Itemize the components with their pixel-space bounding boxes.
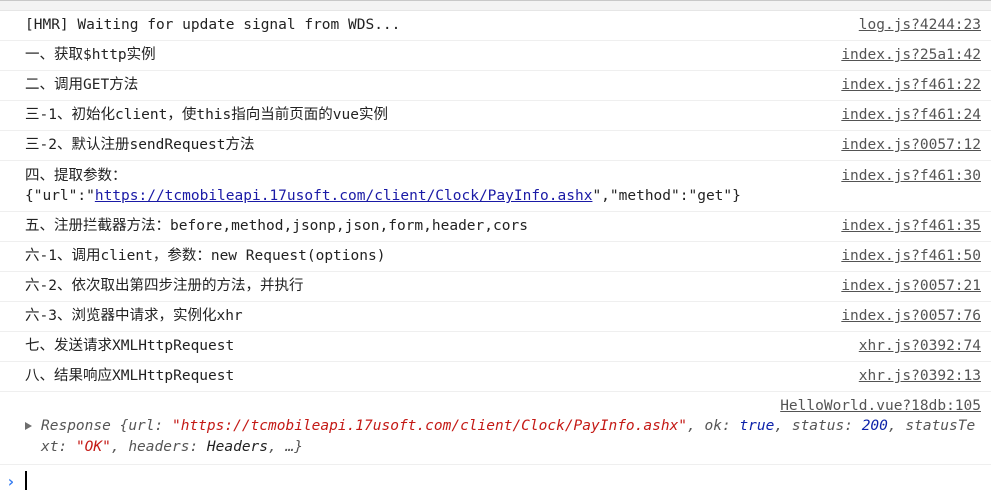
log-row-8: 六-2、依次取出第四步注册的方法，并执行 index.js?0057:21	[0, 272, 991, 302]
ok-value: true	[739, 418, 775, 434]
response-type-name: Response	[41, 418, 111, 434]
console-prompt[interactable]: ›	[0, 465, 991, 493]
console-top-strip	[0, 1, 991, 11]
log-message: 七、发送请求XMLHttpRequest	[25, 338, 235, 354]
log-row-3: 三-1、初始化client，使this指向当前页面的vue实例 index.js…	[0, 101, 991, 131]
log-source-link[interactable]: index.js?f461:24	[841, 106, 981, 125]
log-row-response: HelloWorld.vue?18db:105 Response {url: "…	[0, 392, 991, 465]
log-row-10: 七、发送请求XMLHttpRequest xhr.js?0392:74	[0, 332, 991, 362]
colon: :	[154, 418, 172, 434]
colon: :	[721, 418, 740, 434]
log-source-link[interactable]: index.js?25a1:42	[841, 46, 981, 65]
log-message: 六-3、浏览器中请求，实例化xhr	[25, 308, 243, 324]
log-message: 五、注册拦截器方法：before,method,jsonp,json,form,…	[25, 218, 528, 234]
url-value: "https://tcmobileapi.17usoft.com/client/…	[171, 418, 688, 434]
text-caret	[25, 471, 27, 490]
json-prefix: {"url":"	[25, 188, 95, 204]
log-row-5: 四、提取参数： index.js?f461:30 {"url":"https:/…	[0, 161, 991, 212]
log-message: 二、调用GET方法	[25, 77, 139, 93]
url-key: url	[128, 418, 155, 434]
colon: :	[58, 439, 76, 455]
log-row-1: 一、获取$http实例 index.js?25a1:42	[0, 41, 991, 71]
status-value: 200	[861, 418, 888, 434]
log-message: 八、结果响应XMLHttpRequest	[25, 368, 235, 384]
log-source-link[interactable]: index.js?f461:35	[841, 217, 981, 236]
open-brace: {	[110, 418, 129, 434]
json-suffix: ","method":"get"}	[592, 188, 741, 204]
log-message: 六-1、调用client，参数：new Request(options)	[25, 248, 386, 264]
log-message: 三-2、默认注册sendRequest方法	[25, 137, 255, 153]
headers-value: Headers	[206, 439, 269, 455]
log-source-link[interactable]: index.js?0057:12	[841, 136, 981, 155]
log-row-0: [HMR] Waiting for update signal from WDS…	[0, 11, 991, 41]
colon: :	[844, 418, 862, 434]
log-source-link[interactable]: index.js?f461:30	[841, 166, 981, 186]
log-row-11: 八、结果响应XMLHttpRequest xhr.js?0392:13	[0, 362, 991, 392]
colon: :	[189, 439, 207, 455]
ok-key: ok	[704, 418, 722, 434]
log-source-link[interactable]: log.js?4244:23	[859, 16, 981, 35]
log-message: 一、获取$http实例	[25, 47, 156, 63]
log-row-2: 二、调用GET方法 index.js?f461:22	[0, 71, 991, 101]
comma: ,	[774, 418, 792, 434]
comma: ,	[687, 418, 705, 434]
devtools-console: [HMR] Waiting for update signal from WDS…	[0, 0, 991, 493]
log-source-link[interactable]: index.js?f461:22	[841, 76, 981, 95]
chevron-right-icon: ›	[6, 472, 16, 491]
log-row-7: 六-1、调用client，参数：new Request(options) ind…	[0, 242, 991, 272]
log-source-link[interactable]: HelloWorld.vue?18db:105	[25, 396, 981, 416]
log-message: 四、提取参数：	[25, 168, 127, 184]
comma: ,	[268, 439, 286, 455]
log-source-link[interactable]: index.js?0057:76	[841, 307, 981, 326]
headers-key: headers	[128, 439, 190, 455]
log-message: [HMR] Waiting for update signal from WDS…	[25, 17, 401, 33]
log-message: 六-2、依次取出第四步注册的方法，并执行	[25, 278, 304, 294]
triangle-right-icon[interactable]	[25, 422, 32, 430]
json-url-link[interactable]: https://tcmobileapi.17usoft.com/client/C…	[95, 188, 593, 204]
status-text-value: "OK"	[75, 439, 111, 455]
status-key: status	[791, 418, 845, 434]
comma: ,	[110, 439, 129, 455]
log-source-link[interactable]: index.js?0057:21	[841, 277, 981, 296]
log-source-link[interactable]: index.js?f461:50	[841, 247, 981, 266]
log-row-9: 六-3、浏览器中请求，实例化xhr index.js?0057:76	[0, 302, 991, 332]
response-object[interactable]: Response {url: "https://tcmobileapi.17us…	[25, 416, 981, 458]
log-source-link[interactable]: xhr.js?0392:13	[859, 367, 981, 386]
ellipsis: …}	[285, 439, 303, 455]
comma: ,	[887, 418, 906, 434]
log-source-link[interactable]: xhr.js?0392:74	[859, 337, 981, 356]
log-message: 三-1、初始化client，使this指向当前页面的vue实例	[25, 107, 388, 123]
log-row-4: 三-2、默认注册sendRequest方法 index.js?0057:12	[0, 131, 991, 161]
log-row-6: 五、注册拦截器方法：before,method,jsonp,json,form,…	[0, 212, 991, 242]
log-json-payload: {"url":"https://tcmobileapi.17usoft.com/…	[25, 186, 981, 206]
